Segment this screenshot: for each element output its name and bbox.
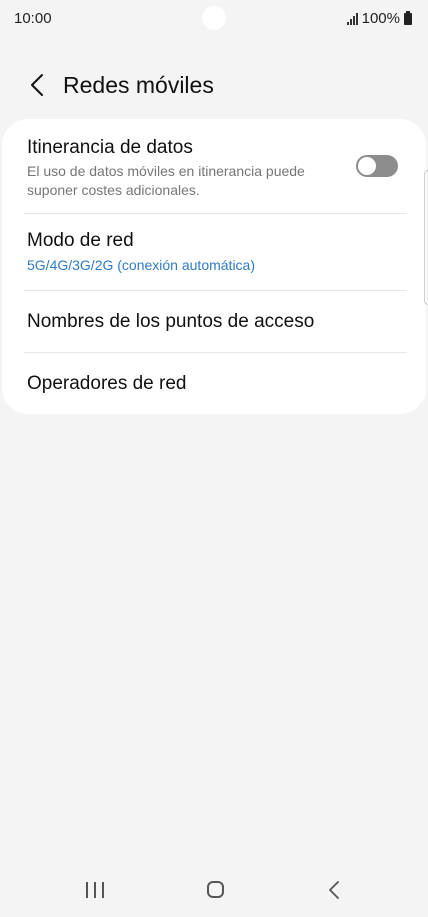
apn-title: Nombres de los puntos de acceso <box>27 311 315 332</box>
setting-operators[interactable]: Operadores de red <box>27 373 407 395</box>
back-arrow-icon[interactable] <box>22 70 52 100</box>
nav-back-icon[interactable] <box>328 880 340 905</box>
navigation-bar <box>0 862 428 917</box>
setting-network-mode[interactable]: Modo de red 5G/4G/3G/2G (conexión automá… <box>27 230 407 273</box>
signal-icon <box>346 12 358 25</box>
setting-roaming[interactable]: Itinerancia de datos El uso de datos móv… <box>27 137 347 200</box>
status-time: 10:00 <box>14 10 52 27</box>
status-bar: 10:00 100% <box>0 0 428 38</box>
setting-apn[interactable]: Nombres de los puntos de acceso <box>27 311 407 333</box>
scrollbar[interactable] <box>424 170 428 305</box>
divider <box>24 290 407 291</box>
page-title: Redes móviles <box>63 72 214 98</box>
roaming-title: Itinerancia de datos <box>27 137 193 158</box>
status-icons: 100% <box>346 10 412 27</box>
network-mode-value: 5G/4G/3G/2G (conexión automática) <box>27 257 255 273</box>
divider <box>24 213 407 214</box>
app-header: Redes móviles <box>0 62 428 108</box>
home-icon[interactable] <box>207 881 224 898</box>
recents-icon[interactable] <box>86 882 104 898</box>
network-mode-title: Modo de red <box>27 230 134 251</box>
operators-title: Operadores de red <box>27 373 187 394</box>
battery-percent: 100% <box>361 10 400 27</box>
roaming-subtitle: El uso de datos móviles en itinerancia p… <box>27 163 305 198</box>
camera-cutout <box>202 6 226 30</box>
roaming-toggle[interactable] <box>356 155 398 177</box>
toggle-knob <box>358 157 376 175</box>
battery-icon <box>404 10 412 25</box>
divider <box>24 352 407 353</box>
